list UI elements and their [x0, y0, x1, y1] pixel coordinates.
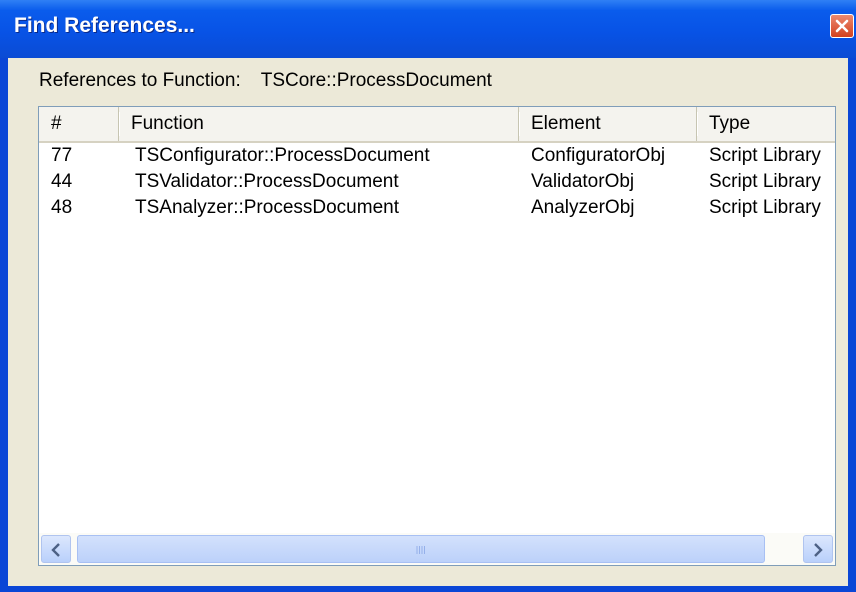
horizontal-scrollbar[interactable] [39, 533, 835, 565]
references-function-name: TSCore::ProcessDocument [260, 70, 492, 91]
close-icon [835, 19, 849, 33]
row-function: TSConfigurator::ProcessDocument [135, 145, 430, 166]
column-header-number[interactable]: # [39, 107, 120, 141]
row-type: Script Library [709, 197, 821, 218]
dialog-title: Find References... [14, 14, 195, 37]
row-number: 77 [51, 145, 73, 166]
grip-icon [416, 546, 425, 554]
references-list[interactable]: # Function Element Type 77 TSConfigurato… [38, 106, 836, 566]
list-header: # Function Element Type [39, 107, 835, 143]
scroll-left-button[interactable] [41, 535, 71, 563]
scroll-right-button[interactable] [803, 535, 833, 563]
chevron-left-icon [51, 543, 60, 557]
row-element: AnalyzerObj [531, 197, 635, 218]
find-references-dialog: Find References... References to Functio… [0, 0, 856, 592]
column-header-element[interactable]: Element [519, 107, 698, 141]
table-row[interactable]: 48 TSAnalyzer::ProcessDocument AnalyzerO… [39, 195, 835, 221]
table-row[interactable]: 44 TSValidator::ProcessDocument Validato… [39, 169, 835, 195]
row-element: ValidatorObj [531, 171, 635, 192]
list-rows: 77 TSConfigurator::ProcessDocument Confi… [39, 143, 835, 221]
row-type: Script Library [709, 171, 821, 192]
scroll-thumb[interactable] [77, 535, 765, 563]
column-header-function[interactable]: Function [119, 107, 520, 141]
references-label: References to Function: [39, 70, 241, 91]
chevron-right-icon [814, 543, 823, 557]
dialog-client-area: References to Function: TSCore::ProcessDo… [8, 58, 848, 586]
close-button[interactable] [830, 14, 854, 38]
row-type: Script Library [709, 145, 821, 166]
row-element: ConfiguratorObj [531, 145, 666, 166]
column-header-type[interactable]: Type [697, 107, 835, 141]
references-header: References to Function: TSCore::ProcessDo… [39, 70, 492, 92]
row-function: TSValidator::ProcessDocument [135, 171, 399, 192]
title-bar[interactable]: Find References... [0, 0, 856, 58]
table-row[interactable]: 77 TSConfigurator::ProcessDocument Confi… [39, 143, 835, 169]
row-function: TSAnalyzer::ProcessDocument [135, 197, 399, 218]
row-number: 48 [51, 197, 73, 218]
row-number: 44 [51, 171, 73, 192]
